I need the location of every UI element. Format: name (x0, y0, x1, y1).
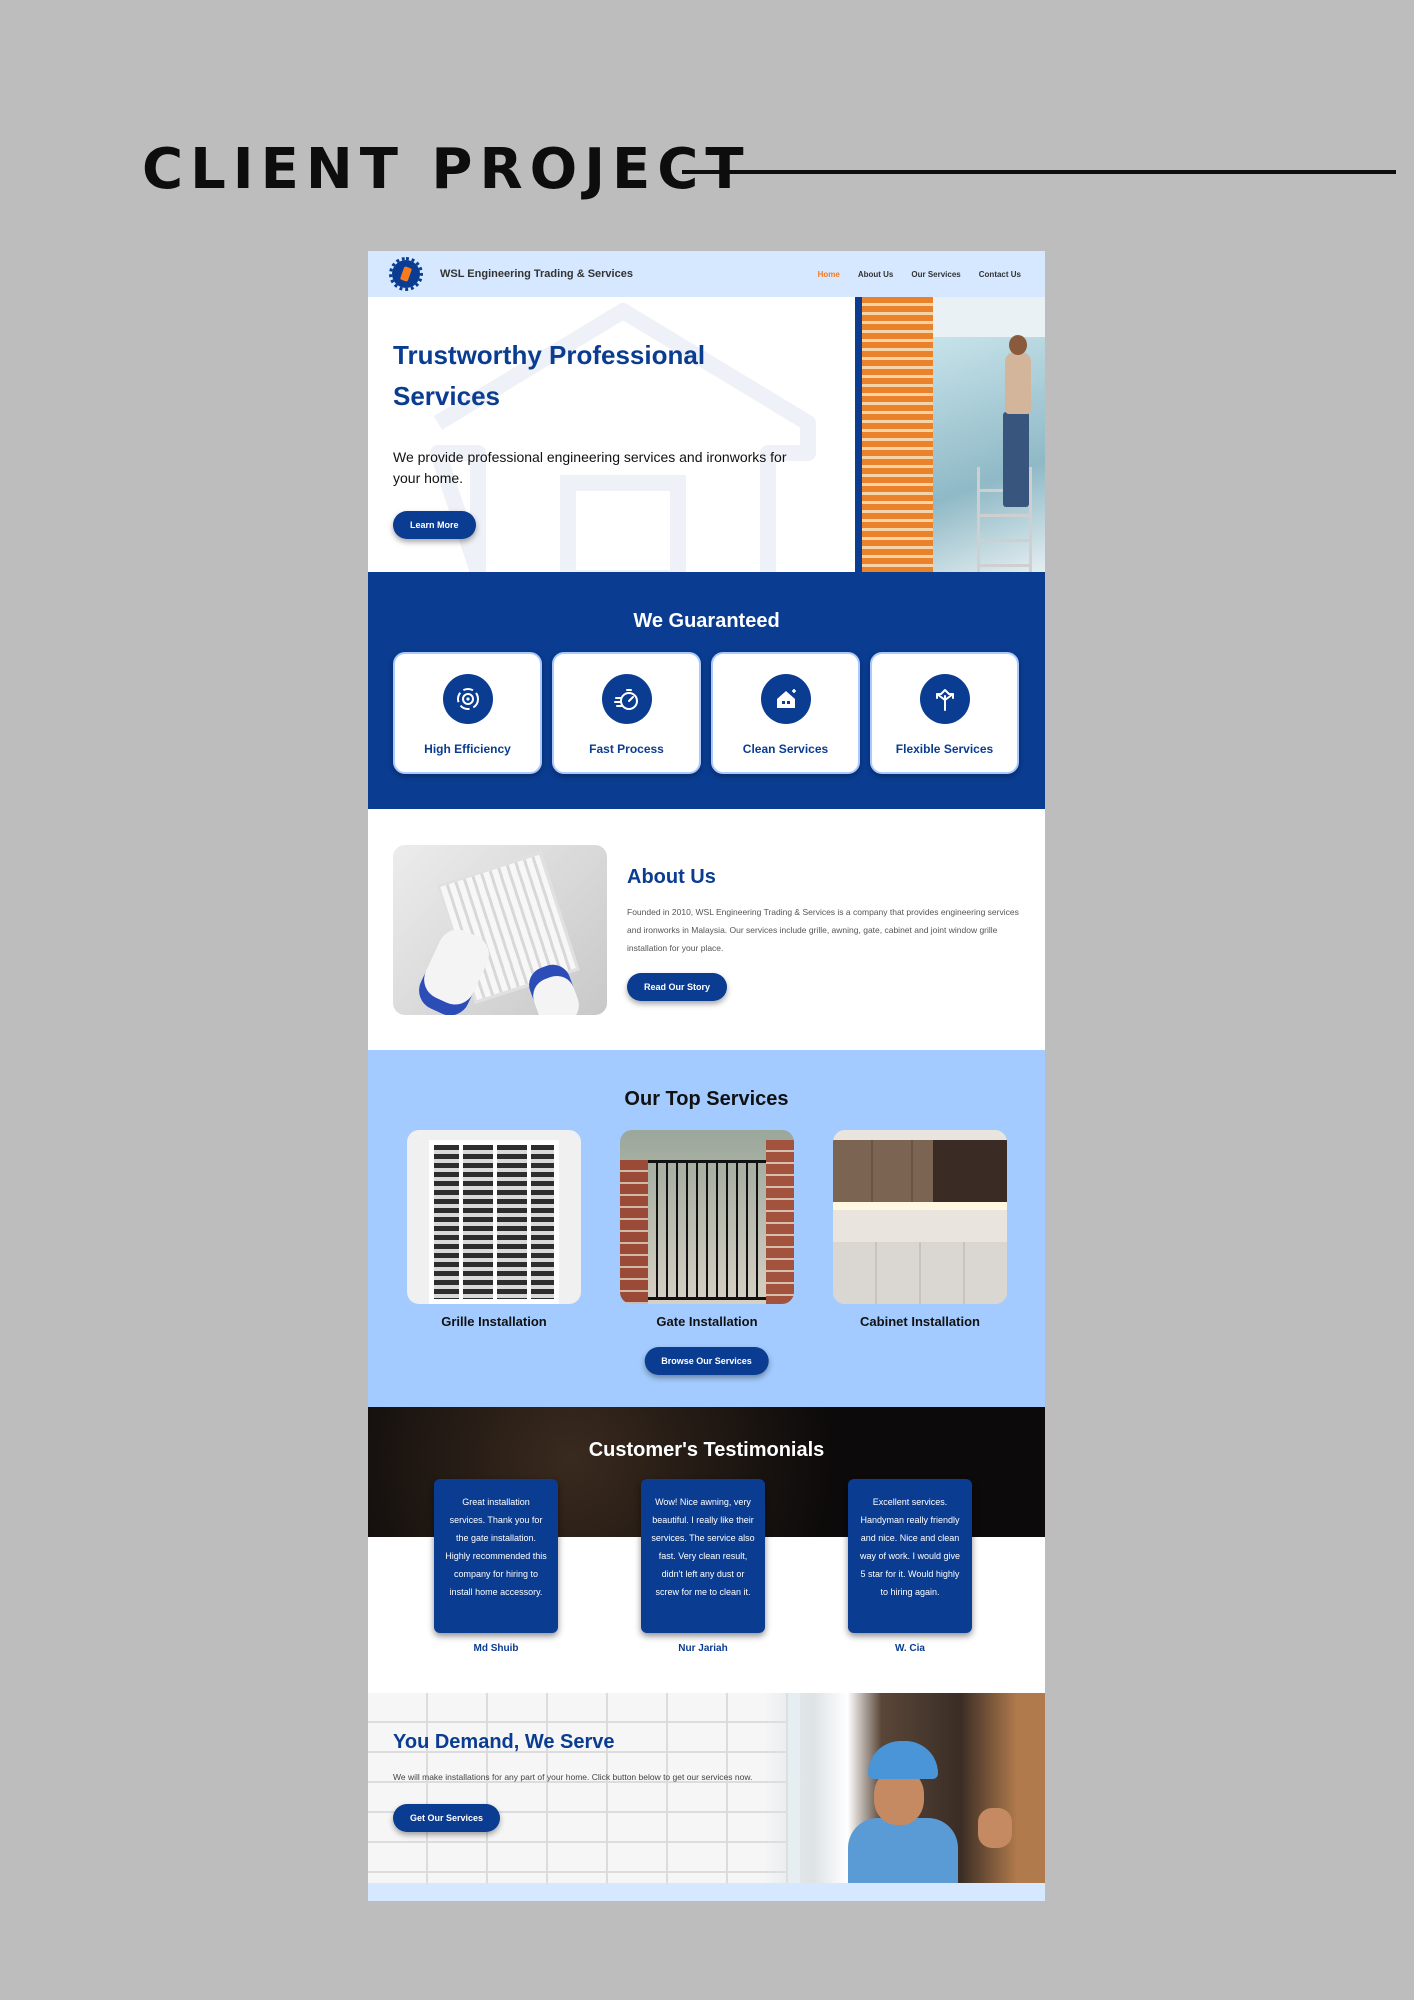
nav-link-about[interactable]: About Us (858, 270, 894, 279)
page-heading: CLIENT PROJECT (142, 137, 751, 202)
guarantee-section: We Guaranteed High Efficiency Fast Proce… (368, 572, 1045, 809)
about-title: About Us (627, 866, 716, 888)
arrows-split-icon (919, 674, 970, 724)
hero-section: Trustworthy Professional Services We pro… (368, 297, 1045, 572)
testimonial: Excellent services. Handyman really frie… (848, 1479, 972, 1654)
cta-title: You Demand, We Serve (393, 1731, 615, 1753)
guarantee-card: Clean Services (711, 652, 860, 774)
about-description: Founded in 2010, WSL Engineering Trading… (627, 907, 1019, 953)
guarantee-card: Flexible Services (870, 652, 1019, 774)
nav-link-services[interactable]: Our Services (911, 270, 960, 279)
testimonial-author: W. Cia (894, 1643, 925, 1654)
testimonial-text: Great installation services. Thank you f… (434, 1479, 558, 1633)
guarantee-label: Clean Services (742, 742, 829, 756)
nav-links: Home About Us Our Services Contact Us (818, 270, 1021, 279)
services-title: Our Top Services (624, 1088, 789, 1110)
nav-link-home[interactable]: Home (818, 270, 840, 279)
testimonials-title: Customer's Testimonials (588, 1439, 825, 1461)
about-photo-vent (393, 845, 607, 1015)
house-sparkle-icon (760, 674, 811, 724)
website-mockup: WSL Engineering Trading & Services Home … (368, 251, 1045, 1901)
guarantee-title: We Guaranteed (633, 610, 780, 632)
services-section: Our Top Services Grille Installation Gat… (368, 1050, 1045, 1407)
guarantee-label: Flexible Services (895, 742, 994, 756)
brand-name[interactable]: WSL Engineering Trading & Services (440, 268, 633, 280)
testimonials-section: Customer's Testimonials Great installati… (368, 1407, 1045, 1693)
footer-bar (368, 1883, 1045, 1901)
testimonial-author: Nur Jariah (678, 1643, 728, 1654)
testimonial: Wow! Nice awning, very beautiful. I real… (641, 1479, 765, 1654)
get-our-services-button[interactable]: Get Our Services (393, 1804, 501, 1832)
hero-description: We provide professional engineering serv… (393, 449, 787, 486)
gear-cycle-icon (442, 674, 493, 724)
guarantee-label: High Efficiency (424, 742, 511, 756)
navbar: WSL Engineering Trading & Services Home … (368, 251, 1045, 297)
hero-title: Trustworthy Professional Services (393, 340, 706, 411)
read-our-story-button[interactable]: Read Our Story (627, 973, 728, 1001)
cta-text: You Demand, We Serve We will make instal… (393, 1731, 763, 1832)
guarantee-label: Fast Process (589, 742, 664, 756)
service-label: Grille Installation (441, 1314, 547, 1329)
cta-section: You Demand, We Serve We will make instal… (368, 1693, 1045, 1883)
gate-photo (620, 1130, 794, 1304)
guarantee-card: Fast Process (552, 652, 701, 774)
about-section: About Us Founded in 2010, WSL Engineerin… (368, 809, 1045, 1050)
learn-more-button[interactable]: Learn More (393, 511, 476, 539)
service-label: Gate Installation (656, 1314, 758, 1329)
guarantee-card: High Efficiency (393, 652, 542, 774)
cta-description: We will make installations for any part … (393, 1772, 753, 1782)
service-item[interactable]: Grille Installation (407, 1130, 581, 1329)
hero-photo-worker (855, 297, 1045, 572)
service-item[interactable]: Gate Installation (620, 1130, 794, 1329)
testimonial-cards: Great installation services. Thank you f… (434, 1479, 972, 1654)
cabinet-photo (833, 1130, 1007, 1304)
about-text: About Us Founded in 2010, WSL Engineerin… (627, 866, 1022, 1001)
guarantee-cards: High Efficiency Fast Process Clean Servi… (393, 652, 1019, 774)
testimonial-author: Md Shuib (473, 1643, 519, 1654)
testimonial-text: Wow! Nice awning, very beautiful. I real… (641, 1479, 765, 1633)
service-label: Cabinet Installation (860, 1314, 980, 1329)
grille-photo (407, 1130, 581, 1304)
stopwatch-icon (601, 674, 652, 724)
browse-services-button[interactable]: Browse Our Services (644, 1347, 769, 1375)
hero-text: Trustworthy Professional Services We pro… (393, 335, 833, 489)
testimonial-text: Excellent services. Handyman really frie… (848, 1479, 972, 1633)
testimonial: Great installation services. Thank you f… (434, 1479, 558, 1654)
nav-link-contact[interactable]: Contact Us (979, 270, 1021, 279)
company-logo-icon[interactable] (389, 257, 423, 291)
services-list: Grille Installation Gate Installation Ca… (407, 1130, 1007, 1329)
service-item[interactable]: Cabinet Installation (833, 1130, 1007, 1329)
page-heading-wrap: CLIENT PROJECT (142, 137, 1396, 202)
